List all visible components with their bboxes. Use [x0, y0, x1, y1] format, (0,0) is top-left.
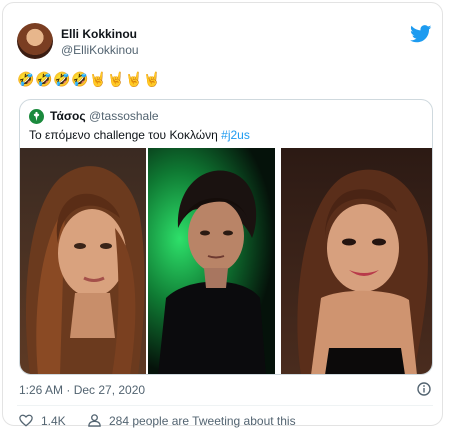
rofl-emoji: 🤣 — [53, 71, 71, 87]
quoted-text-body: Το επόμενο challenge του Κοκλώνη — [29, 128, 222, 142]
divider — [17, 405, 433, 406]
tweet-timestamp[interactable]: 1:26 AM · Dec 27, 2020 — [19, 383, 145, 397]
author-display-name[interactable]: Elli Kokkinou — [61, 27, 137, 41]
horns-emoji: 🤘 — [125, 71, 143, 87]
horns-emoji: 🤘 — [107, 71, 125, 87]
hashtag-link[interactable]: #j2us — [221, 128, 250, 142]
people-icon[interactable] — [87, 413, 102, 427]
quoted-photo-1[interactable] — [20, 148, 146, 374]
like-count[interactable]: 1.4K — [41, 414, 66, 428]
photo-3-illustration — [297, 169, 428, 374]
horns-emoji: 🤘 — [143, 71, 161, 87]
tweeting-about-link[interactable]: 284 people are Tweeting about this — [109, 414, 296, 428]
quoted-photo-3[interactable] — [281, 148, 432, 374]
photo-1-illustration — [25, 166, 145, 374]
avatar[interactable] — [17, 23, 53, 59]
emoji-row: 🤣 🤣 🤣 🤣 🤘 🤘 🤘 🤘 — [17, 71, 160, 87]
twitter-logo-icon[interactable] — [410, 25, 432, 43]
heart-icon[interactable] — [19, 414, 33, 427]
author-handle[interactable]: @ElliKokkinou — [61, 43, 139, 57]
quoted-tweet[interactable]: Τάσος @tassoshale Το επόμενο challenge τ… — [19, 99, 433, 375]
rofl-emoji: 🤣 — [35, 71, 53, 87]
rofl-emoji: 🤣 — [71, 71, 89, 87]
quoted-display-name[interactable]: Τάσος — [50, 109, 86, 123]
tweet-card: Elli Kokkinou @ElliKokkinou 🤣 🤣 🤣 🤣 🤘 🤘 … — [2, 2, 443, 428]
horns-emoji: 🤘 — [89, 71, 107, 87]
info-icon[interactable] — [417, 382, 431, 396]
club-logo-icon[interactable] — [29, 109, 44, 124]
quoted-text: Το επόμενο challenge του Κοκλώνη #j2us — [29, 128, 250, 142]
rofl-emoji: 🤣 — [17, 71, 35, 87]
photo-2-illustration — [158, 170, 266, 374]
quoted-photo-2[interactable] — [148, 148, 275, 374]
quoted-handle[interactable]: @tassoshale — [89, 109, 159, 123]
